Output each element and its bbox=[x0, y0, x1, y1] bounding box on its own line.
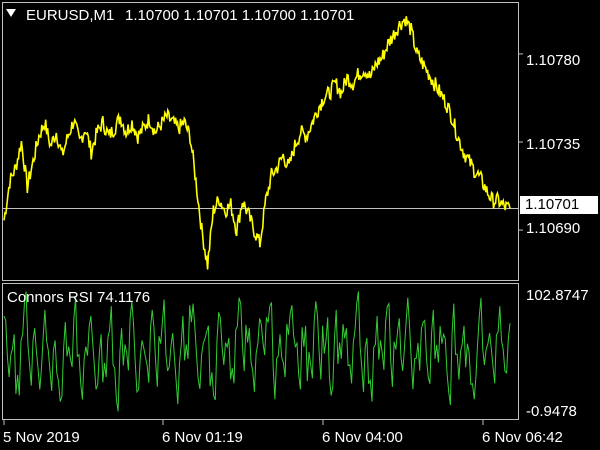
price-tick-label: 1.10735 bbox=[526, 136, 581, 153]
price-line bbox=[3, 16, 511, 270]
chart-menu-icon[interactable] bbox=[6, 9, 16, 17]
rsi-max-label: 102.8747 bbox=[526, 287, 589, 304]
time-tick-label: 5 Nov 2019 bbox=[3, 429, 80, 446]
price-tick-label: 1.10780 bbox=[526, 52, 581, 69]
indicator-label: Connors RSI 74.1176 bbox=[7, 289, 151, 306]
time-tick-label: 6 Nov 01:19 bbox=[162, 429, 243, 446]
ohlc-values: 1.10700 1.10701 1.10700 1.10701 bbox=[125, 7, 355, 24]
time-tick-label: 6 Nov 06:42 bbox=[482, 429, 563, 446]
time-tick-label: 6 Nov 04:00 bbox=[322, 429, 403, 446]
rsi-min-label: -0.9478 bbox=[526, 403, 577, 420]
rsi-line bbox=[3, 291, 511, 412]
current-price-tag: 1.10701 bbox=[520, 196, 598, 214]
chart-canvas bbox=[2, 2, 523, 425]
symbol-label: EURUSD,M1 bbox=[26, 7, 115, 24]
price-tick-label: 1.10690 bbox=[526, 220, 581, 237]
